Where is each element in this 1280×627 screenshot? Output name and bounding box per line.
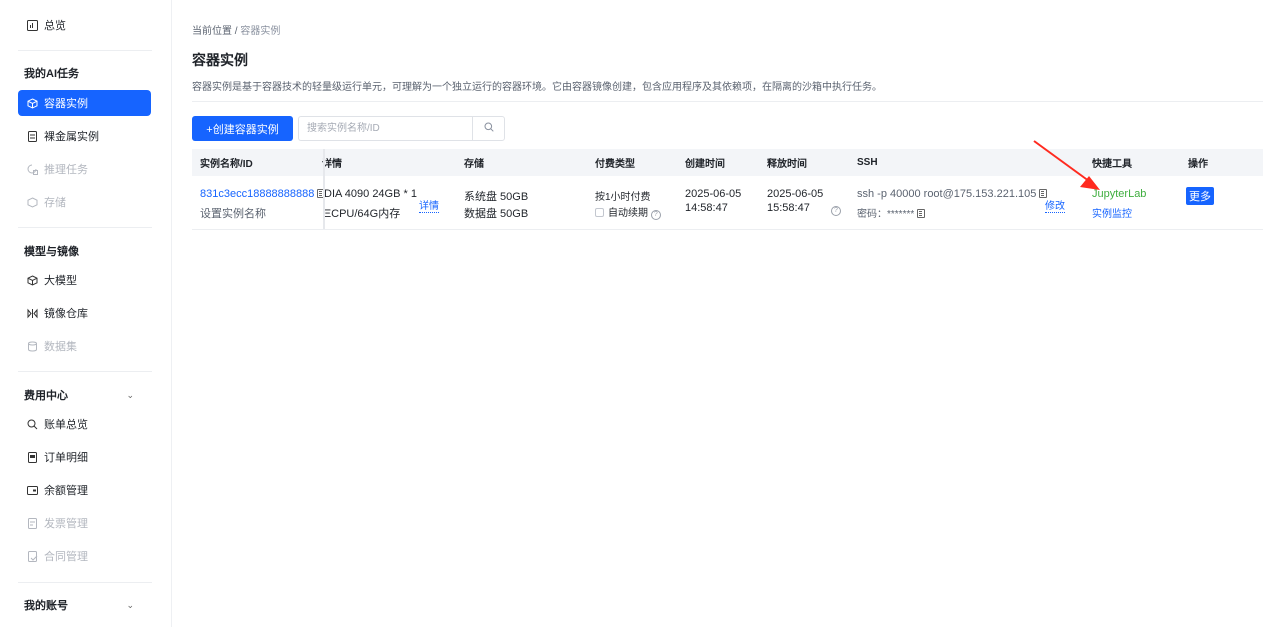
- auto-renew-checkbox[interactable]: 自动续期 ?: [595, 204, 661, 220]
- sidebar-divider: [18, 227, 152, 228]
- page-description: 容器实例是基于容器技术的轻量级运行单元，可理解为一个独立运行的容器环境。它由容器…: [192, 82, 882, 93]
- sidebar-item-order-detail[interactable]: 订单明细: [18, 444, 151, 470]
- ssh-command: ssh -p 40000 root@175.153.221.105: [857, 188, 1048, 200]
- mirror-icon: [26, 307, 38, 319]
- sidebar-item-label: 大模型: [44, 275, 77, 287]
- wallet-icon: [26, 484, 38, 496]
- col-header-actions: 操作: [1188, 159, 1208, 170]
- sidebar-item-label: 存储: [44, 197, 66, 209]
- sidebar-item-large-model[interactable]: 大模型: [18, 267, 151, 293]
- sidebar-divider: [18, 371, 152, 372]
- sidebar-item-invoice[interactable]: 发票管理: [18, 510, 151, 536]
- col-header-storage: 存储: [464, 159, 484, 170]
- set-instance-name-link[interactable]: 设置实例名称: [200, 205, 266, 221]
- sidebar-item-label: 容器实例: [44, 98, 88, 110]
- created-date: 2025-06-05: [685, 188, 742, 200]
- auto-renew-label: 自动续期: [608, 208, 648, 219]
- frozen-column-shadow: [323, 149, 325, 229]
- annotation-arrow: [1033, 140, 1100, 190]
- release-time: 15:58:47: [767, 202, 810, 214]
- search-input[interactable]: [298, 116, 472, 141]
- server-icon: [26, 130, 38, 142]
- col-header-tools: 快捷工具: [1092, 159, 1132, 170]
- sidebar-divider: [18, 50, 152, 51]
- order-icon: [26, 451, 38, 463]
- sidebar-item-bill-overview[interactable]: 账单总览: [18, 411, 151, 437]
- sidebar-item-label: 推理任务: [44, 164, 88, 176]
- breadcrumb-prefix[interactable]: 当前位置: [192, 26, 232, 37]
- jupyterlab-link[interactable]: JupyterLab: [1092, 188, 1146, 200]
- release-date: 2025-06-05: [767, 188, 824, 200]
- sidebar-item-balance[interactable]: 余额管理: [18, 477, 151, 503]
- col-header-ssh: SSH: [857, 157, 878, 168]
- breadcrumb-current: 容器实例: [240, 26, 281, 37]
- created-time: 14:58:47: [685, 202, 728, 214]
- sidebar-item-dataset[interactable]: 数据集: [18, 333, 151, 359]
- sidebar-item-label: 余额管理: [44, 485, 88, 497]
- page-title: 容器实例: [192, 52, 248, 68]
- sidebar-item-label: 裸金属实例: [44, 131, 99, 143]
- invoice-icon: [26, 517, 38, 529]
- group-title-account[interactable]: 我的账号 ⌄: [24, 597, 134, 613]
- sidebar-item-label: 账单总览: [44, 419, 88, 431]
- sidebar-item-label: 合同管理: [44, 551, 88, 563]
- search-icon: [484, 122, 494, 135]
- col-header-release: 释放时间: [767, 159, 807, 170]
- col-header-name: 实例名称/ID: [200, 159, 253, 170]
- table-row-divider: [192, 229, 1263, 230]
- inference-icon: [26, 163, 38, 175]
- sidebar: 总览 我的AI任务 容器实例 裸金属实例 推理任务 存储 模型与镜像 大模型 镜…: [0, 0, 172, 627]
- group-title-billing[interactable]: 费用中心 ⌄: [24, 387, 134, 403]
- sidebar-item-label: 镜像仓库: [44, 308, 88, 320]
- col-header-pay-type: 付费类型: [595, 159, 635, 170]
- ssh-password: 密码：*******: [857, 205, 926, 220]
- sidebar-item-label: 总览: [44, 20, 66, 32]
- pay-type: 按1小时付费: [595, 192, 651, 203]
- sidebar-item-overview[interactable]: 总览: [18, 12, 151, 38]
- instance-id[interactable]: 831c3ecc18888888888: [200, 188, 326, 200]
- more-button[interactable]: 更多: [1186, 187, 1214, 205]
- checkbox-icon[interactable]: [595, 208, 604, 217]
- contract-icon: [26, 550, 38, 562]
- col-header-detail: 详情: [322, 159, 342, 170]
- sidebar-divider: [18, 582, 152, 583]
- breadcrumb-separator: /: [234, 26, 238, 37]
- system-disk: 系统盘 50GB: [464, 191, 529, 203]
- spec-gpu: DIA 4090 24GB * 1: [324, 188, 417, 200]
- sidebar-item-inference[interactable]: 推理任务: [18, 156, 151, 182]
- chevron-down-icon[interactable]: ⌄: [126, 390, 134, 401]
- group-title-models: 模型与镜像: [24, 246, 79, 258]
- sidebar-item-bare-metal[interactable]: 裸金属实例: [18, 123, 151, 149]
- sidebar-item-label: 发票管理: [44, 518, 88, 530]
- spec-cpu-mem: ΞCPU/64G内存: [324, 208, 401, 220]
- help-icon[interactable]: ?: [650, 210, 661, 220]
- sidebar-item-image-repo[interactable]: 镜像仓库: [18, 300, 151, 326]
- detail-link[interactable]: 详情: [419, 197, 439, 213]
- group-title-ai-tasks: 我的AI任务: [24, 68, 79, 80]
- cube-icon: [26, 274, 38, 286]
- breadcrumb: 当前位置 / 容器实例: [192, 22, 280, 37]
- dashboard-icon: [26, 19, 38, 31]
- database-icon: [26, 340, 38, 352]
- container-icon: [26, 97, 38, 109]
- sidebar-item-container[interactable]: 容器实例: [18, 90, 151, 116]
- search-button[interactable]: [472, 116, 505, 141]
- col-header-created: 创建时间: [685, 159, 725, 170]
- bill-icon: [26, 418, 38, 430]
- help-icon[interactable]: ?: [831, 206, 841, 216]
- copy-icon[interactable]: [917, 209, 926, 218]
- sidebar-item-label: 订单明细: [44, 452, 88, 464]
- release-help[interactable]: ?: [831, 203, 841, 216]
- sidebar-item-label: 数据集: [44, 341, 77, 353]
- chevron-down-icon[interactable]: ⌄: [126, 600, 134, 611]
- sidebar-item-storage[interactable]: 存储: [18, 189, 151, 215]
- data-disk: 数据盘 50GB: [464, 208, 529, 220]
- modify-password-link[interactable]: 修改: [1045, 197, 1065, 213]
- header-divider: [192, 101, 1263, 102]
- instance-monitor-link[interactable]: 实例监控: [1092, 205, 1132, 220]
- create-container-button[interactable]: +创建容器实例: [192, 116, 293, 141]
- storage-icon: [26, 196, 38, 208]
- sidebar-item-contract[interactable]: 合同管理: [18, 543, 151, 569]
